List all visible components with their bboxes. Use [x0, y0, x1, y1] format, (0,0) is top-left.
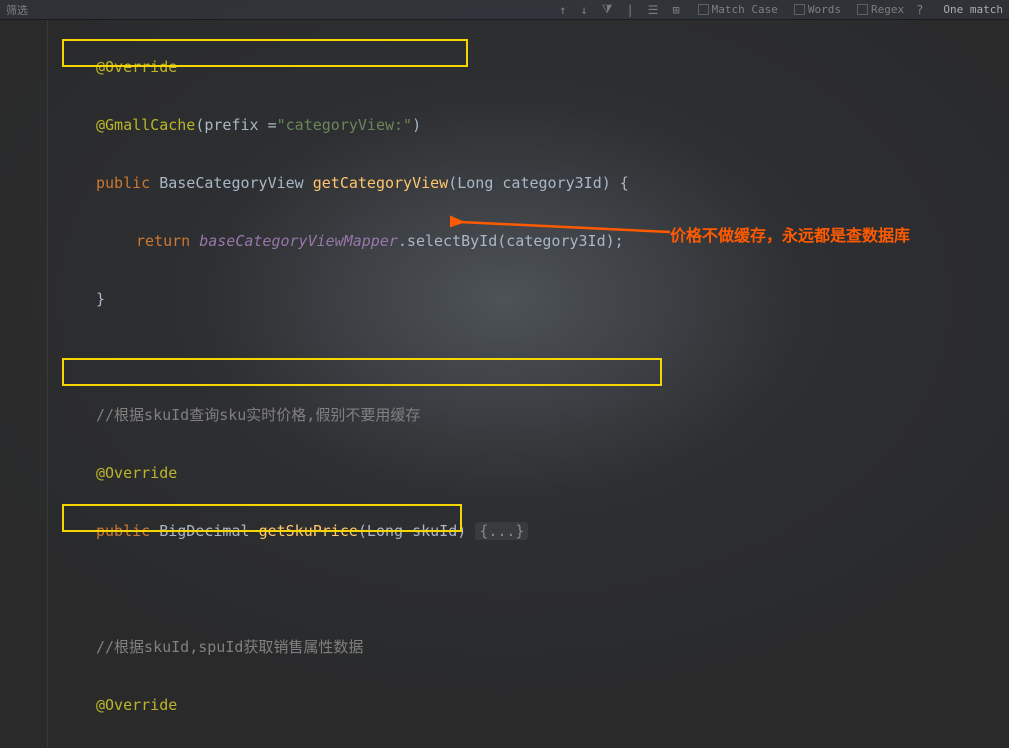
help-icon[interactable]: ?: [914, 3, 925, 17]
filter-icon[interactable]: ⧩: [600, 2, 615, 17]
regex-checkbox[interactable]: Regex: [857, 3, 904, 16]
words-checkbox[interactable]: Words: [794, 3, 841, 16]
comment: //根据skuId查询sku实时价格,假别不要用缓存: [96, 406, 420, 424]
gutter: [0, 20, 48, 748]
annotation-gmallcache: @GmallCache: [96, 116, 195, 134]
filter-label: 筛选: [6, 2, 28, 18]
fold-marker[interactable]: {...}: [475, 522, 528, 540]
find-toolbar: 筛选 ↑ ↓ ⧩ | ☰ ⊞ Match Case Words Regex ? …: [0, 0, 1009, 20]
method-getCategoryView: getCategoryView: [313, 174, 448, 192]
comment: //根据skuId,spuId获取销售属性数据: [96, 638, 363, 656]
match-count: One match: [943, 3, 1003, 16]
annotation-override: @Override: [96, 58, 177, 76]
match-case-checkbox[interactable]: Match Case: [698, 3, 778, 16]
prev-icon[interactable]: ↑: [557, 3, 568, 17]
next-icon[interactable]: ↓: [578, 3, 589, 17]
select-all-icon[interactable]: ☰: [646, 3, 661, 17]
code-editor[interactable]: @Override @GmallCache(prefix ="categoryV…: [48, 20, 1009, 748]
add-selection-icon[interactable]: ⊞: [670, 3, 681, 17]
separator: |: [624, 3, 635, 17]
method-getSkuPrice: getSkuPrice: [259, 522, 358, 540]
